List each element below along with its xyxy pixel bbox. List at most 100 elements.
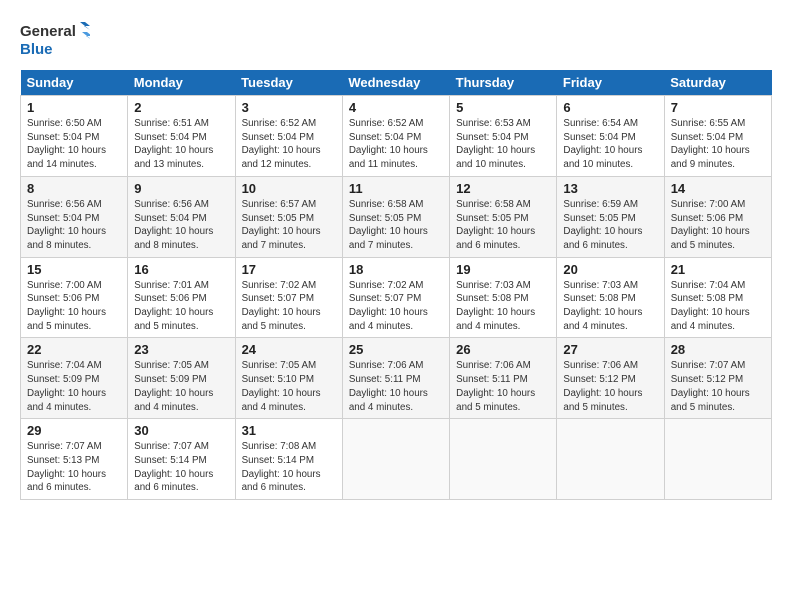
day-number: 9 — [134, 181, 228, 196]
day-info: Sunrise: 7:03 AMSunset: 5:08 PMDaylight:… — [563, 280, 642, 332]
day-number: 14 — [671, 181, 765, 196]
col-header-friday: Friday — [557, 70, 664, 96]
day-info: Sunrise: 7:04 AMSunset: 5:08 PMDaylight:… — [671, 280, 750, 332]
day-number: 26 — [456, 342, 550, 357]
logo-full: General Blue — [20, 18, 90, 60]
day-cell: 9 Sunrise: 6:56 AMSunset: 5:04 PMDayligh… — [128, 176, 235, 257]
day-cell: 5 Sunrise: 6:53 AMSunset: 5:04 PMDayligh… — [450, 96, 557, 177]
day-number: 2 — [134, 100, 228, 115]
day-info: Sunrise: 6:55 AMSunset: 5:04 PMDaylight:… — [671, 118, 750, 170]
day-number: 20 — [563, 262, 657, 277]
day-cell: 25 Sunrise: 7:06 AMSunset: 5:11 PMDaylig… — [342, 338, 449, 419]
day-info: Sunrise: 6:52 AMSunset: 5:04 PMDaylight:… — [242, 118, 321, 170]
day-number: 13 — [563, 181, 657, 196]
day-info: Sunrise: 7:00 AMSunset: 5:06 PMDaylight:… — [27, 280, 106, 332]
day-info: Sunrise: 6:51 AMSunset: 5:04 PMDaylight:… — [134, 118, 213, 170]
day-number: 6 — [563, 100, 657, 115]
day-number: 8 — [27, 181, 121, 196]
day-info: Sunrise: 7:01 AMSunset: 5:06 PMDaylight:… — [134, 280, 213, 332]
day-number: 19 — [456, 262, 550, 277]
svg-text:General: General — [20, 23, 76, 40]
day-cell: 16 Sunrise: 7:01 AMSunset: 5:06 PMDaylig… — [128, 257, 235, 338]
day-number: 15 — [27, 262, 121, 277]
day-cell — [450, 419, 557, 500]
day-cell: 19 Sunrise: 7:03 AMSunset: 5:08 PMDaylig… — [450, 257, 557, 338]
day-cell: 12 Sunrise: 6:58 AMSunset: 5:05 PMDaylig… — [450, 176, 557, 257]
day-cell: 1 Sunrise: 6:50 AMSunset: 5:04 PMDayligh… — [21, 96, 128, 177]
day-info: Sunrise: 6:56 AMSunset: 5:04 PMDaylight:… — [134, 199, 213, 251]
week-row-2: 8 Sunrise: 6:56 AMSunset: 5:04 PMDayligh… — [21, 176, 772, 257]
day-info: Sunrise: 7:04 AMSunset: 5:09 PMDaylight:… — [27, 360, 106, 412]
day-cell: 7 Sunrise: 6:55 AMSunset: 5:04 PMDayligh… — [664, 96, 771, 177]
col-header-wednesday: Wednesday — [342, 70, 449, 96]
logo: General Blue — [20, 18, 90, 60]
day-cell: 15 Sunrise: 7:00 AMSunset: 5:06 PMDaylig… — [21, 257, 128, 338]
day-cell: 24 Sunrise: 7:05 AMSunset: 5:10 PMDaylig… — [235, 338, 342, 419]
day-info: Sunrise: 7:00 AMSunset: 5:06 PMDaylight:… — [671, 199, 750, 251]
day-info: Sunrise: 7:03 AMSunset: 5:08 PMDaylight:… — [456, 280, 535, 332]
day-cell: 13 Sunrise: 6:59 AMSunset: 5:05 PMDaylig… — [557, 176, 664, 257]
day-cell: 26 Sunrise: 7:06 AMSunset: 5:11 PMDaylig… — [450, 338, 557, 419]
svg-text:Blue: Blue — [20, 41, 53, 58]
day-number: 28 — [671, 342, 765, 357]
day-cell: 17 Sunrise: 7:02 AMSunset: 5:07 PMDaylig… — [235, 257, 342, 338]
day-cell: 31 Sunrise: 7:08 AMSunset: 5:14 PMDaylig… — [235, 419, 342, 500]
day-number: 31 — [242, 423, 336, 438]
day-cell — [557, 419, 664, 500]
day-number: 7 — [671, 100, 765, 115]
week-row-4: 22 Sunrise: 7:04 AMSunset: 5:09 PMDaylig… — [21, 338, 772, 419]
day-info: Sunrise: 6:56 AMSunset: 5:04 PMDaylight:… — [27, 199, 106, 251]
day-info: Sunrise: 7:06 AMSunset: 5:11 PMDaylight:… — [349, 360, 428, 412]
day-info: Sunrise: 6:57 AMSunset: 5:05 PMDaylight:… — [242, 199, 321, 251]
day-cell: 10 Sunrise: 6:57 AMSunset: 5:05 PMDaylig… — [235, 176, 342, 257]
day-info: Sunrise: 7:02 AMSunset: 5:07 PMDaylight:… — [349, 280, 428, 332]
day-info: Sunrise: 7:02 AMSunset: 5:07 PMDaylight:… — [242, 280, 321, 332]
day-info: Sunrise: 7:07 AMSunset: 5:13 PMDaylight:… — [27, 441, 106, 493]
week-row-3: 15 Sunrise: 7:00 AMSunset: 5:06 PMDaylig… — [21, 257, 772, 338]
day-cell: 29 Sunrise: 7:07 AMSunset: 5:13 PMDaylig… — [21, 419, 128, 500]
day-number: 12 — [456, 181, 550, 196]
day-cell — [342, 419, 449, 500]
day-cell: 18 Sunrise: 7:02 AMSunset: 5:07 PMDaylig… — [342, 257, 449, 338]
week-row-1: 1 Sunrise: 6:50 AMSunset: 5:04 PMDayligh… — [21, 96, 772, 177]
day-number: 1 — [27, 100, 121, 115]
day-number: 17 — [242, 262, 336, 277]
col-header-saturday: Saturday — [664, 70, 771, 96]
day-cell: 3 Sunrise: 6:52 AMSunset: 5:04 PMDayligh… — [235, 96, 342, 177]
day-number: 3 — [242, 100, 336, 115]
day-number: 30 — [134, 423, 228, 438]
day-info: Sunrise: 7:06 AMSunset: 5:11 PMDaylight:… — [456, 360, 535, 412]
day-info: Sunrise: 7:05 AMSunset: 5:10 PMDaylight:… — [242, 360, 321, 412]
day-info: Sunrise: 7:08 AMSunset: 5:14 PMDaylight:… — [242, 441, 321, 493]
day-cell: 23 Sunrise: 7:05 AMSunset: 5:09 PMDaylig… — [128, 338, 235, 419]
day-cell: 8 Sunrise: 6:56 AMSunset: 5:04 PMDayligh… — [21, 176, 128, 257]
week-row-5: 29 Sunrise: 7:07 AMSunset: 5:13 PMDaylig… — [21, 419, 772, 500]
day-info: Sunrise: 7:07 AMSunset: 5:12 PMDaylight:… — [671, 360, 750, 412]
header: General Blue — [20, 18, 772, 60]
col-header-monday: Monday — [128, 70, 235, 96]
day-number: 18 — [349, 262, 443, 277]
day-info: Sunrise: 6:53 AMSunset: 5:04 PMDaylight:… — [456, 118, 535, 170]
calendar-page: General Blue SundayMondayTuesdayWednesda… — [0, 0, 792, 612]
day-number: 4 — [349, 100, 443, 115]
day-number: 29 — [27, 423, 121, 438]
day-cell: 28 Sunrise: 7:07 AMSunset: 5:12 PMDaylig… — [664, 338, 771, 419]
header-row: SundayMondayTuesdayWednesdayThursdayFrid… — [21, 70, 772, 96]
day-cell: 27 Sunrise: 7:06 AMSunset: 5:12 PMDaylig… — [557, 338, 664, 419]
day-number: 27 — [563, 342, 657, 357]
day-cell — [664, 419, 771, 500]
day-info: Sunrise: 6:52 AMSunset: 5:04 PMDaylight:… — [349, 118, 428, 170]
day-info: Sunrise: 7:07 AMSunset: 5:14 PMDaylight:… — [134, 441, 213, 493]
day-info: Sunrise: 6:58 AMSunset: 5:05 PMDaylight:… — [456, 199, 535, 251]
day-info: Sunrise: 7:06 AMSunset: 5:12 PMDaylight:… — [563, 360, 642, 412]
day-info: Sunrise: 6:58 AMSunset: 5:05 PMDaylight:… — [349, 199, 428, 251]
day-cell: 22 Sunrise: 7:04 AMSunset: 5:09 PMDaylig… — [21, 338, 128, 419]
day-number: 16 — [134, 262, 228, 277]
col-header-thursday: Thursday — [450, 70, 557, 96]
day-number: 25 — [349, 342, 443, 357]
day-cell: 30 Sunrise: 7:07 AMSunset: 5:14 PMDaylig… — [128, 419, 235, 500]
day-cell: 2 Sunrise: 6:51 AMSunset: 5:04 PMDayligh… — [128, 96, 235, 177]
day-number: 23 — [134, 342, 228, 357]
day-number: 11 — [349, 181, 443, 196]
calendar-table: SundayMondayTuesdayWednesdayThursdayFrid… — [20, 70, 772, 500]
